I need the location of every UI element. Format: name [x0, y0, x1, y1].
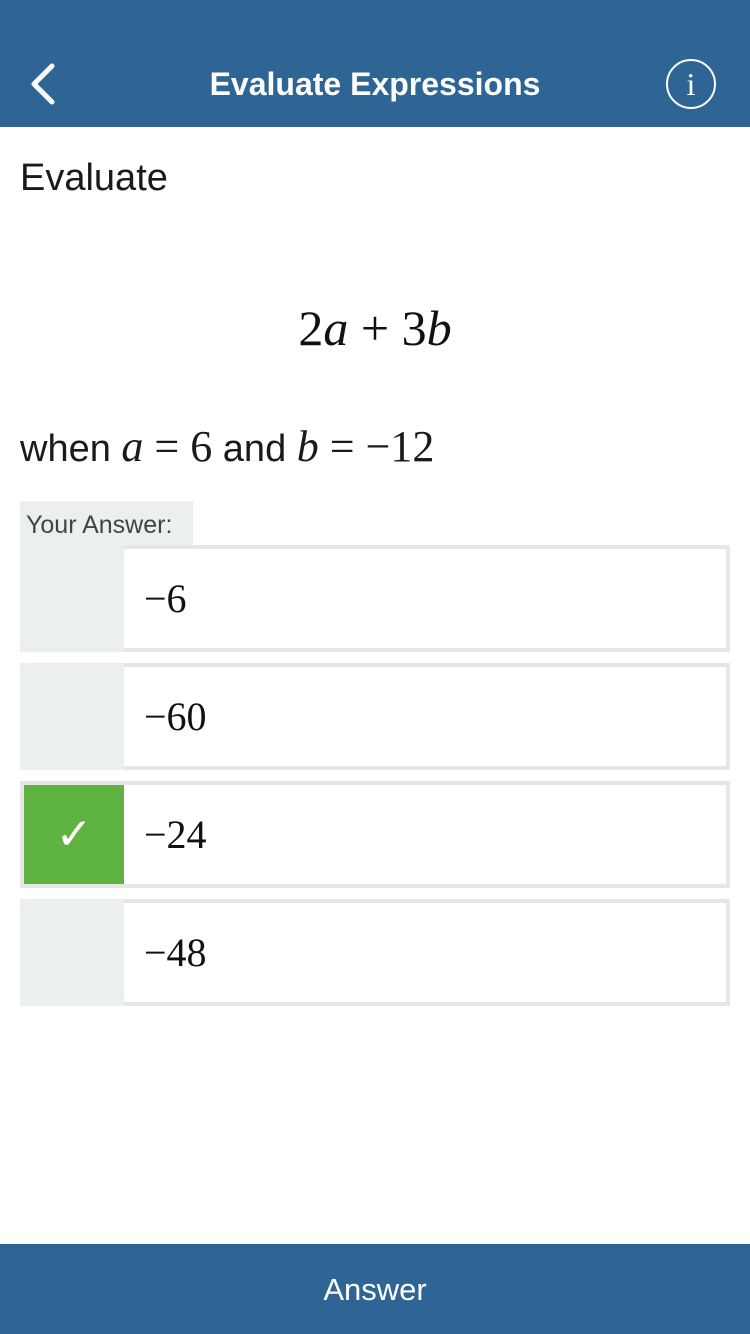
condition-equals-a: = — [154, 422, 180, 471]
option-marker — [20, 899, 124, 1006]
app-screen: Evaluate Expressions i Evaluate 2a + 3b … — [0, 0, 750, 1334]
option-value: −60 — [144, 694, 207, 739]
chevron-left-icon — [31, 63, 55, 105]
coefficient-a: 2 — [298, 300, 324, 356]
option-value-box: −6 — [124, 549, 726, 648]
condition-value-a: 6 — [190, 422, 213, 471]
condition-equals-b: = — [329, 422, 355, 471]
condition-var-b: b — [296, 422, 319, 471]
option-value: −24 — [144, 812, 207, 857]
question-prompt: Evaluate — [20, 157, 168, 199]
condition-var-a: a — [121, 422, 144, 471]
variable-a: a — [323, 300, 349, 356]
option-value-box: −60 — [124, 667, 726, 766]
option-value-box: −24 — [124, 785, 726, 884]
header-bar: Evaluate Expressions i — [0, 0, 750, 127]
condition-and: and — [222, 428, 287, 470]
option-marker — [20, 663, 124, 770]
math-expression: 2a + 3b — [0, 300, 750, 356]
option-value: −48 — [144, 930, 207, 975]
answer-option-2[interactable]: −60 — [20, 663, 730, 770]
info-icon: i — [686, 66, 696, 102]
back-button[interactable] — [24, 58, 68, 110]
your-answer-label: Your Answer: — [20, 501, 193, 546]
variable-b: b — [426, 300, 452, 356]
info-button[interactable]: i — [666, 59, 716, 109]
answer-option-4[interactable]: −48 — [20, 899, 730, 1006]
page-title: Evaluate Expressions — [209, 66, 541, 102]
question-condition: when a = 6 and b = −12 — [20, 420, 434, 476]
answer-button[interactable]: Answer — [0, 1244, 750, 1334]
answer-option-1[interactable]: −6 — [20, 545, 730, 652]
option-marker-selected: ✓ — [24, 785, 124, 884]
option-value: −6 — [144, 576, 187, 621]
option-marker — [20, 545, 124, 652]
answer-option-3[interactable]: ✓ −24 — [20, 781, 730, 888]
option-value-box: −48 — [124, 903, 726, 1002]
condition-when: when — [20, 428, 111, 470]
condition-value-b: −12 — [365, 422, 435, 471]
coefficient-b: 3 — [401, 300, 427, 356]
checkmark-icon: ✓ — [55, 809, 93, 860]
plus-operator: + — [360, 300, 390, 356]
